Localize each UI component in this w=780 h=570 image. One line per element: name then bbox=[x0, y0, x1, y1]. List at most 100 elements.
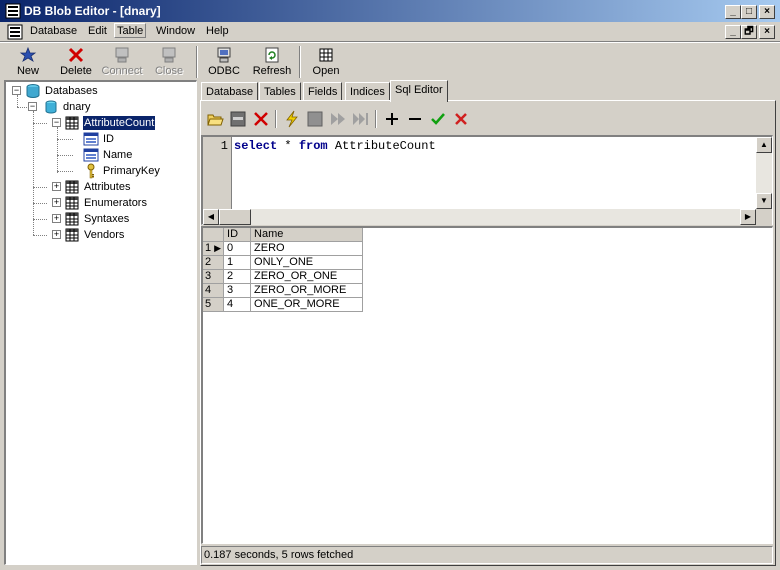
current-row-arrow-icon: ▶ bbox=[214, 243, 222, 253]
child-restore-button[interactable]: 🗗 bbox=[741, 25, 757, 39]
delete-button[interactable]: Delete bbox=[54, 44, 98, 80]
tree-node-enumerators[interactable]: Enumerators bbox=[84, 196, 147, 210]
cancel-icon[interactable] bbox=[452, 110, 470, 128]
editor-horizontal-scrollbar[interactable]: ◀ ▶ bbox=[203, 209, 756, 225]
row-indicator[interactable]: 5 bbox=[203, 297, 225, 312]
close-icon: × bbox=[764, 6, 770, 17]
menu-bar: Database Edit Table Window Help _ 🗗 × bbox=[0, 22, 780, 41]
remove-icon[interactable] bbox=[406, 110, 424, 128]
new-icon bbox=[19, 46, 37, 62]
menu-database[interactable]: Database bbox=[28, 25, 79, 37]
child-minimize-button[interactable]: _ bbox=[725, 25, 741, 39]
clear-icon[interactable] bbox=[252, 110, 270, 128]
sql-keyword-select: select bbox=[234, 139, 278, 153]
expand-toggle-databases[interactable]: − bbox=[12, 86, 21, 95]
table-row[interactable]: 1 ▶ 0 ZERO bbox=[203, 241, 364, 256]
expand-toggle-enumerators[interactable]: + bbox=[52, 198, 61, 207]
open-folder-icon[interactable] bbox=[206, 110, 224, 128]
table-icon bbox=[65, 116, 79, 130]
save-icon[interactable] bbox=[229, 110, 247, 128]
cell-id[interactable]: 1 bbox=[223, 255, 252, 270]
cell-id[interactable]: 3 bbox=[223, 283, 252, 298]
tree-node-attributes[interactable]: Attributes bbox=[84, 180, 130, 194]
cell-id[interactable]: 4 bbox=[223, 297, 252, 312]
tree-node-field-id[interactable]: ID bbox=[103, 132, 114, 146]
cell-name[interactable]: ZERO_OR_MORE bbox=[250, 283, 364, 298]
expand-toggle-attributecount[interactable]: − bbox=[52, 118, 61, 127]
tree-node-attributecount[interactable]: AttributeCount bbox=[81, 115, 157, 131]
table-row[interactable]: 5 4 ONE_OR_MORE bbox=[203, 297, 364, 312]
refresh-button[interactable]: Refresh bbox=[249, 44, 295, 80]
menu-table[interactable]: Table bbox=[114, 23, 147, 38]
title-bar[interactable]: DB Blob Editor - [dnary] _ □ × bbox=[0, 0, 780, 22]
tree-line bbox=[33, 123, 47, 124]
odbc-button[interactable]: ODBC bbox=[204, 44, 244, 80]
tab-database[interactable]: Database bbox=[201, 82, 259, 100]
new-button[interactable]: New bbox=[6, 44, 50, 80]
open-button[interactable]: Open bbox=[306, 44, 346, 80]
post-icon[interactable] bbox=[429, 110, 447, 128]
column-header-name[interactable]: Name bbox=[250, 228, 364, 242]
tab-sql-editor[interactable]: Sql Editor bbox=[390, 80, 448, 102]
sql-query-line[interactable]: select * from AttributeCount bbox=[234, 139, 436, 153]
scroll-left-button[interactable]: ◀ bbox=[203, 209, 219, 225]
tab-tables[interactable]: Tables bbox=[259, 82, 301, 100]
delete-label: Delete bbox=[60, 65, 92, 77]
line-gutter: 1 bbox=[203, 137, 232, 209]
expand-toggle-attributes[interactable]: + bbox=[52, 182, 61, 191]
child-close-button[interactable]: × bbox=[759, 25, 775, 39]
scroll-right-button[interactable]: ▶ bbox=[740, 209, 756, 225]
table-row[interactable]: 2 1 ONLY_ONE bbox=[203, 255, 364, 270]
cell-id[interactable]: 2 bbox=[223, 269, 252, 284]
cell-name[interactable]: ZERO_OR_ONE bbox=[250, 269, 364, 284]
database-tree[interactable]: − Databases − dnary − AttributeCount ID … bbox=[4, 80, 197, 565]
tree-node-primarykey[interactable]: PrimaryKey bbox=[103, 164, 160, 178]
tree-node-dnary[interactable]: dnary bbox=[63, 100, 91, 114]
table-row[interactable]: 3 2 ZERO_OR_ONE bbox=[203, 269, 364, 284]
row-indicator[interactable]: 2 bbox=[203, 255, 225, 270]
cell-name[interactable]: ZERO bbox=[250, 241, 364, 256]
result-grid[interactable]: ID Name 1 ▶ 0 ZERO 2 1 ONLY_ONE 3 2 ZERO_… bbox=[201, 226, 773, 544]
expand-toggle-vendors[interactable]: + bbox=[52, 230, 61, 239]
window-title: DB Blob Editor - [dnary] bbox=[24, 4, 161, 18]
menu-window[interactable]: Window bbox=[154, 25, 197, 37]
close-db-button[interactable]: Close bbox=[148, 44, 190, 80]
insert-icon[interactable] bbox=[383, 110, 401, 128]
cell-id[interactable]: 0 bbox=[223, 241, 252, 256]
minimize-button[interactable]: _ bbox=[725, 5, 741, 19]
scroll-up-button[interactable]: ▲ bbox=[756, 137, 772, 153]
child-window-icon[interactable] bbox=[7, 24, 23, 40]
key-icon bbox=[87, 163, 95, 179]
row-indicator[interactable]: 1 ▶ bbox=[203, 241, 225, 256]
next-icon[interactable] bbox=[329, 110, 347, 128]
expand-toggle-syntaxes[interactable]: + bbox=[52, 214, 61, 223]
scroll-thumb[interactable] bbox=[219, 209, 251, 225]
refresh-label: Refresh bbox=[252, 65, 292, 77]
tab-fields[interactable]: Fields bbox=[303, 82, 343, 100]
menu-edit[interactable]: Edit bbox=[86, 25, 109, 37]
sql-editor[interactable]: 1 select * from AttributeCount ▲ ▼ ◀ ▶ bbox=[201, 135, 773, 225]
execute-icon[interactable] bbox=[283, 110, 301, 128]
scroll-down-button[interactable]: ▼ bbox=[756, 193, 772, 209]
app-icon[interactable] bbox=[5, 3, 21, 19]
stop-icon[interactable] bbox=[306, 110, 324, 128]
tree-node-databases[interactable]: Databases bbox=[45, 84, 98, 98]
tree-node-field-name[interactable]: Name bbox=[103, 148, 132, 162]
table-row[interactable]: 4 3 ZERO_OR_MORE bbox=[203, 283, 364, 298]
cell-name[interactable]: ONLY_ONE bbox=[250, 255, 364, 270]
row-indicator[interactable]: 4 bbox=[203, 283, 225, 298]
menu-help[interactable]: Help bbox=[204, 25, 231, 37]
close-button[interactable]: × bbox=[759, 5, 775, 19]
maximize-button[interactable]: □ bbox=[741, 5, 757, 19]
editor-vertical-scrollbar[interactable]: ▲ ▼ bbox=[756, 137, 772, 209]
last-icon[interactable] bbox=[352, 110, 370, 128]
toolbar-separator bbox=[196, 46, 198, 78]
cell-name[interactable]: ONE_OR_MORE bbox=[250, 297, 364, 312]
tab-indices[interactable]: Indices bbox=[345, 82, 390, 100]
row-indicator[interactable]: 3 bbox=[203, 269, 225, 284]
tree-node-syntaxes[interactable]: Syntaxes bbox=[84, 212, 129, 226]
tree-node-vendors[interactable]: Vendors bbox=[84, 228, 124, 242]
expand-toggle-dnary[interactable]: − bbox=[28, 102, 37, 111]
column-header-id[interactable]: ID bbox=[223, 228, 252, 242]
connect-button[interactable]: Connect bbox=[99, 44, 145, 80]
